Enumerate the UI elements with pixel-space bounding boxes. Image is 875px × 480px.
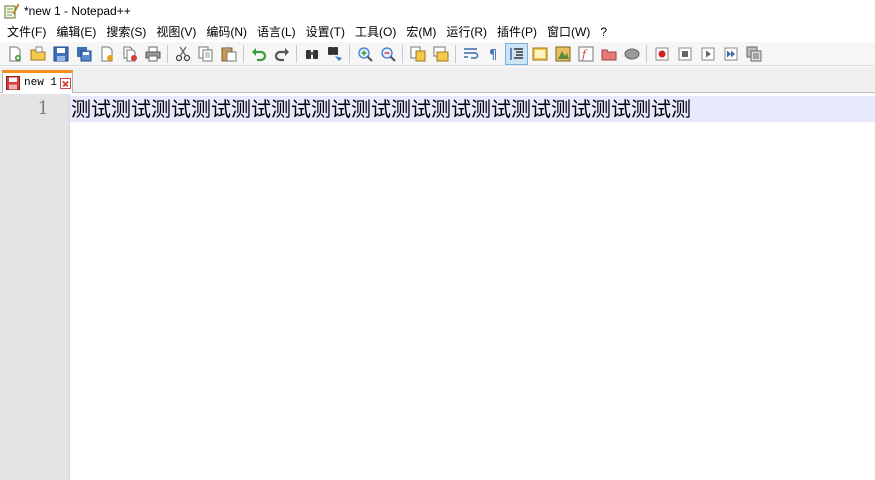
tab-label: new 1	[24, 77, 58, 89]
function-list-icon[interactable]: f	[574, 43, 597, 65]
user-language-icon[interactable]	[528, 43, 551, 65]
print-icon[interactable]	[141, 43, 164, 65]
indent-guide-icon[interactable]	[505, 42, 528, 65]
show-all-chars-icon[interactable]: ¶	[482, 43, 505, 65]
save-all-icon[interactable]	[72, 43, 95, 65]
text-area[interactable]: 测试测试测试测试测试测试测试测试测试测试测试测试测试测试测试测	[70, 94, 875, 480]
menu-language[interactable]: 语言(L)	[252, 22, 301, 42]
line-number: 1	[37, 98, 49, 119]
tab-close-icon[interactable]	[60, 77, 72, 89]
menu-plugins[interactable]: 插件(P)	[492, 22, 542, 42]
menu-edit[interactable]: 编辑(E)	[51, 22, 101, 42]
menu-settings[interactable]: 设置(T)	[301, 22, 350, 42]
toolbar-separator	[243, 44, 244, 63]
toolbar-separator	[167, 44, 168, 63]
monitoring-icon[interactable]	[620, 43, 643, 65]
new-file-icon[interactable]	[3, 43, 26, 65]
toolbar-separator	[349, 44, 350, 63]
close-icon[interactable]	[95, 43, 118, 65]
tab-bar: new 1	[0, 67, 875, 93]
zoom-in-icon[interactable]	[353, 43, 376, 65]
unsaved-file-icon	[6, 76, 20, 90]
zoom-out-icon[interactable]	[376, 43, 399, 65]
menu-tools[interactable]: 工具(O)	[350, 22, 401, 42]
document-map-icon[interactable]	[551, 43, 574, 65]
record-macro-icon[interactable]	[650, 43, 673, 65]
menu-encoding[interactable]: 编码(N)	[201, 22, 252, 42]
svg-text:¶: ¶	[489, 48, 497, 62]
sync-horizontal-icon[interactable]	[429, 43, 452, 65]
save-icon[interactable]	[49, 43, 72, 65]
save-macro-icon[interactable]	[742, 43, 765, 65]
paste-icon[interactable]	[217, 43, 240, 65]
toolbar-separator	[402, 44, 403, 63]
toolbar-separator	[455, 44, 456, 63]
sync-vertical-icon[interactable]	[406, 43, 429, 65]
toolbar: ¶ f	[0, 42, 875, 66]
menu-help[interactable]: ?	[595, 22, 612, 42]
redo-icon[interactable]	[270, 43, 293, 65]
menu-window[interactable]: 窗口(W)	[542, 22, 595, 42]
toolbar-separator	[646, 44, 647, 63]
menu-run[interactable]: 运行(R)	[441, 22, 492, 42]
menu-file[interactable]: 文件(F)	[2, 22, 51, 42]
cut-icon[interactable]	[171, 43, 194, 65]
menu-view[interactable]: 视图(V)	[151, 22, 201, 42]
folder-workspace-icon[interactable]	[597, 43, 620, 65]
menu-bar: 文件(F) 编辑(E) 搜索(S) 视图(V) 编码(N) 语言(L) 设置(T…	[0, 22, 875, 42]
undo-icon[interactable]	[247, 43, 270, 65]
window-title: *new 1 - Notepad++	[24, 4, 131, 18]
menu-macro[interactable]: 宏(M)	[401, 22, 441, 42]
open-file-icon[interactable]	[26, 43, 49, 65]
close-all-icon[interactable]	[118, 43, 141, 65]
editor[interactable]: 1 测试测试测试测试测试测试测试测试测试测试测试测试测试测试测试测	[0, 94, 875, 480]
word-wrap-icon[interactable]	[459, 43, 482, 65]
run-macro-multiple-icon[interactable]	[719, 43, 742, 65]
toolbar-separator	[296, 44, 297, 63]
text-line: 测试测试测试测试测试测试测试测试测试测试测试测试测试测试测试测	[71, 97, 691, 121]
copy-icon[interactable]	[194, 43, 217, 65]
find-icon[interactable]	[300, 43, 323, 65]
tab-new-1[interactable]: new 1	[2, 70, 73, 93]
title-bar: *new 1 - Notepad++	[0, 0, 875, 22]
stop-macro-icon[interactable]	[673, 43, 696, 65]
menu-search[interactable]: 搜索(S)	[101, 22, 151, 42]
notepad-app-icon	[3, 3, 20, 19]
replace-icon[interactable]	[323, 43, 346, 65]
line-number-gutter: 1	[0, 94, 70, 480]
play-macro-icon[interactable]	[696, 43, 719, 65]
